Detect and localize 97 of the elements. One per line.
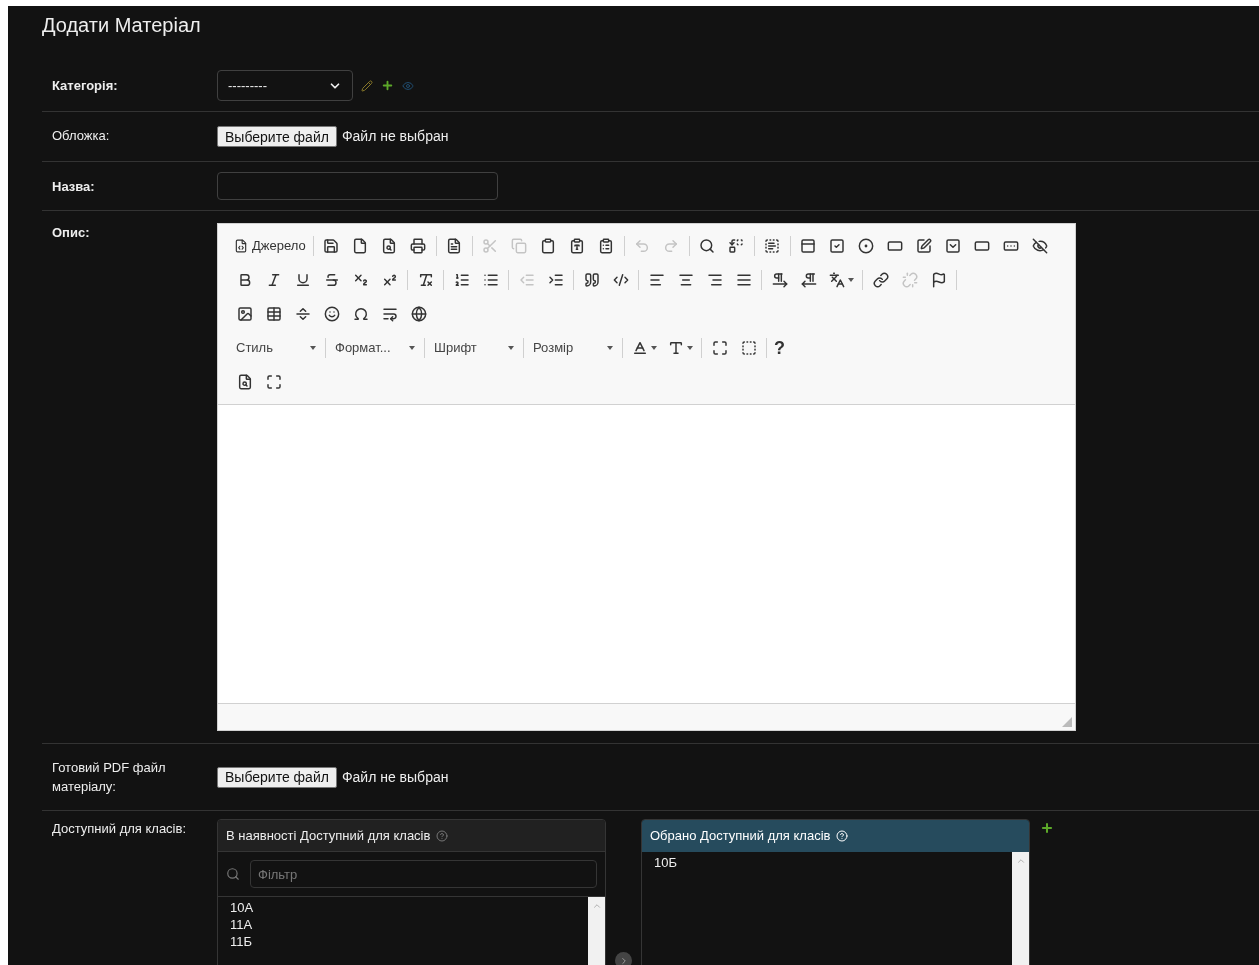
- page-break-icon: [381, 306, 398, 322]
- caret-icon: [847, 278, 854, 282]
- caret-icon: [607, 346, 613, 350]
- caret-icon: [409, 346, 415, 350]
- toolbar-dropdown[interactable]: Розмір: [527, 335, 619, 361]
- paste-word-icon: [598, 238, 615, 254]
- outdent-icon: [518, 272, 535, 288]
- field-label: Доступний для класів:: [51, 820, 187, 838]
- underline-icon: [294, 272, 311, 288]
- category-select[interactable]: ---------: [217, 70, 353, 101]
- list-option[interactable]: 11Б: [230, 933, 588, 950]
- redo-icon: [663, 238, 680, 254]
- smiley-icon: [323, 306, 340, 322]
- search-icon: [226, 867, 240, 881]
- paste-text-icon: [569, 238, 586, 254]
- caret-icon: [686, 346, 693, 350]
- blockquote-icon: [583, 272, 600, 288]
- right-to-left-icon: [800, 272, 817, 288]
- toolbar-dropdown[interactable]: Стиль: [230, 335, 322, 361]
- paste-icon: [540, 238, 557, 254]
- cut-icon: [482, 238, 499, 254]
- justify-icon: [735, 272, 752, 288]
- caret-icon: [508, 346, 514, 350]
- search-icon: [699, 238, 716, 254]
- add-icon[interactable]: [1040, 821, 1054, 835]
- choose-file-button[interactable]: Выберите файл: [217, 126, 337, 147]
- special-character-icon: [352, 306, 369, 322]
- maximize-icon: [265, 374, 282, 390]
- scrollbar[interactable]: [588, 897, 605, 965]
- help-button[interactable]: ?: [770, 335, 789, 361]
- text-field-icon: [887, 238, 904, 254]
- image-icon: [236, 306, 253, 322]
- preview-icon: [381, 238, 398, 254]
- toolbar-dropdown[interactable]: Шрифт: [428, 335, 520, 361]
- div-icon: [612, 272, 629, 288]
- form-icon: [800, 238, 817, 254]
- filter-field[interactable]: Фільтр: [250, 860, 597, 888]
- align-left-icon: [648, 272, 665, 288]
- print-icon: [410, 238, 427, 254]
- caret-icon: [650, 346, 657, 350]
- subscript-icon: [352, 272, 369, 288]
- field-label: Готовий PDF файл матеріалу:: [51, 759, 167, 796]
- preview-icon: [236, 374, 253, 390]
- table-icon: [265, 306, 282, 322]
- show-blocks-icon: [740, 340, 757, 356]
- code-file-icon: [234, 239, 248, 253]
- background-color-icon: [667, 340, 684, 356]
- align-center-icon: [677, 272, 694, 288]
- text-color-icon: [631, 340, 648, 356]
- choose-button[interactable]: [615, 952, 632, 965]
- help-icon: [436, 829, 449, 842]
- page-title: Додати Матеріал: [42, 13, 202, 38]
- radio-icon: [858, 238, 875, 254]
- new-page-icon: [352, 238, 369, 254]
- field-label: Категорія:: [51, 77, 119, 95]
- list-option[interactable]: 10А: [230, 899, 588, 916]
- pencil-icon[interactable]: [361, 79, 373, 92]
- source-button[interactable]: Джерело: [230, 233, 310, 259]
- add-icon[interactable]: [381, 79, 394, 92]
- list-option[interactable]: 11А: [230, 916, 588, 933]
- list-option[interactable]: 10Б: [654, 854, 1012, 871]
- templates-icon: [446, 238, 463, 254]
- superscript-icon: [381, 272, 398, 288]
- select-all-icon: [764, 238, 781, 254]
- toolbar-dropdown[interactable]: Формат...: [329, 335, 421, 361]
- resize-handle-icon[interactable]: [1062, 717, 1072, 727]
- select-field-icon: [945, 238, 962, 254]
- link-icon: [872, 272, 889, 288]
- align-right-icon: [706, 272, 723, 288]
- textarea-icon: [916, 238, 933, 254]
- copy-icon: [511, 238, 528, 254]
- remove-format-icon: [417, 272, 434, 288]
- replace-icon: [728, 238, 745, 254]
- help-icon: [836, 830, 849, 842]
- undo-icon: [634, 238, 651, 254]
- indent-icon: [547, 272, 564, 288]
- left-to-right-icon: [771, 272, 788, 288]
- language-icon: [828, 272, 845, 288]
- panel-title: В наявності Доступний для класів: [226, 826, 431, 845]
- save-icon: [323, 238, 340, 254]
- panel-title: Обрано Доступний для класів: [650, 827, 831, 846]
- field-label: Назва:: [51, 177, 96, 196]
- numbered-list-icon: [453, 272, 470, 288]
- caret-icon: [310, 346, 316, 350]
- bulleted-list-icon: [482, 272, 499, 288]
- file-status: Файл не выбран: [341, 127, 449, 146]
- field-label: Обложка:: [51, 127, 111, 145]
- file-status: Файл не выбран: [341, 767, 449, 787]
- maximize-icon: [711, 340, 728, 356]
- strikethrough-icon: [323, 272, 340, 288]
- scrollbar[interactable]: [1012, 852, 1029, 965]
- checkbox-icon: [829, 238, 846, 254]
- horizontal-line-icon: [294, 306, 311, 322]
- choose-file-button[interactable]: Выберите файл: [217, 766, 337, 788]
- title-field[interactable]: [217, 172, 498, 200]
- field-label: Опис:: [51, 224, 91, 242]
- unlink-icon: [901, 272, 918, 288]
